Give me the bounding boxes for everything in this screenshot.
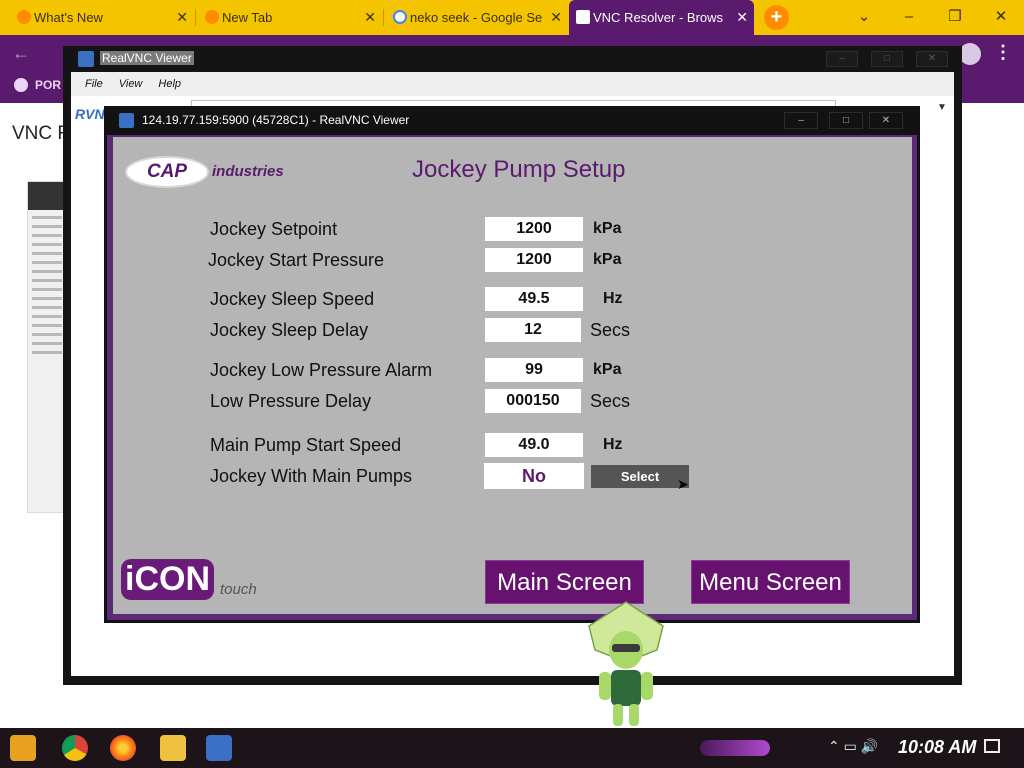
cap-logo: CAP — [125, 156, 209, 188]
param-label: Main Pump Start Speed — [210, 435, 402, 455]
main-pump-start-speed-field[interactable]: 49.0 — [485, 433, 583, 457]
taskbar: ⌃ ▭ 🔊 10:08 AM — [0, 728, 1024, 768]
realvnc-taskbar-icon[interactable] — [206, 735, 232, 761]
menu-file[interactable]: File — [77, 78, 111, 90]
param-unit: Hz — [603, 290, 623, 307]
google-favicon-icon — [393, 10, 407, 24]
minimize-icon[interactable]: – — [784, 112, 818, 129]
minimize-icon[interactable]: – — [826, 51, 858, 67]
tab-vnc-resolver[interactable]: VNC Resolver - Brows ✕ — [569, 0, 754, 35]
jockey-with-main-pumps-value: No — [484, 463, 584, 489]
tab-title: neko seek - Google Se — [410, 10, 543, 25]
mouse-cursor-icon: ➤ — [677, 476, 689, 492]
restore-icon[interactable]: □ — [871, 51, 903, 67]
param-label: Jockey Setpoint — [210, 219, 338, 239]
tab-strip: What's New ✕ New Tab ✕ neko seek - Googl… — [0, 0, 1024, 35]
tab-new-tab[interactable]: New Tab ✕ — [198, 0, 382, 35]
vnc-favicon-icon — [576, 10, 590, 24]
param-label: Jockey Sleep Speed — [210, 289, 375, 309]
taskbar-decoration — [700, 740, 770, 756]
chrome-icon[interactable] — [62, 735, 88, 761]
notification-icon[interactable] — [984, 739, 1000, 753]
firefox-icon[interactable] — [110, 735, 136, 761]
icon-touch-logo: iCON — [121, 559, 214, 600]
outer-window-title: RealVNC Viewer — [100, 51, 194, 65]
system-tray-icons[interactable]: ⌃ ▭ 🔊 — [828, 738, 878, 755]
bookmark-favicon-icon — [14, 78, 28, 92]
bookmark-item[interactable]: POR — [14, 78, 61, 92]
param-unit: Secs — [590, 320, 631, 340]
more-menu-icon[interactable]: ⋮ — [994, 42, 1012, 63]
profile-avatar[interactable] — [959, 43, 981, 65]
low-pressure-delay-field[interactable]: 000150 — [485, 389, 581, 413]
outer-menu-bar: File View Help — [71, 72, 954, 96]
param-label: Jockey With Main Pumps — [210, 466, 413, 486]
tab-title: VNC Resolver - Brows — [593, 10, 724, 25]
window-close-icon[interactable]: ✕ — [916, 51, 948, 67]
start-icon[interactable] — [10, 735, 36, 761]
low-pressure-alarm-field[interactable]: 99 — [485, 358, 583, 382]
jockey-setpoint-field[interactable]: 1200 — [485, 217, 583, 241]
main-screen-button[interactable]: Main Screen — [485, 560, 644, 604]
close-icon[interactable]: ✕ — [736, 9, 748, 26]
character-sticker — [588, 601, 664, 726]
touch-logo-text: touch — [220, 581, 257, 598]
param-unit: Hz — [603, 436, 623, 453]
file-explorer-icon[interactable] — [160, 735, 186, 761]
menu-view[interactable]: View — [111, 78, 151, 90]
screen-title: Jockey Pump Setup — [412, 156, 626, 183]
param-unit: kPa — [593, 361, 622, 378]
minimize-icon[interactable]: – — [895, 6, 923, 28]
inner-title-bar: 124.19.77.159:5900 (45728C1) - RealVNC V… — [104, 106, 920, 135]
window-close-icon[interactable]: ✕ — [987, 6, 1015, 28]
page-thumbnail — [27, 181, 67, 513]
realvnc-icon — [78, 51, 94, 67]
jockey-start-pressure-field[interactable]: 1200 — [485, 248, 583, 272]
jockey-sleep-speed-field[interactable]: 49.5 — [485, 287, 583, 311]
param-label: Jockey Sleep Delay — [210, 320, 369, 340]
param-label: Jockey Low Pressure Alarm — [210, 360, 433, 380]
restore-icon[interactable]: ❐ — [941, 6, 969, 28]
close-icon[interactable]: ✕ — [550, 9, 562, 26]
param-unit: Secs — [590, 391, 631, 411]
bookmark-label: POR — [35, 78, 62, 92]
menu-help[interactable]: Help — [150, 78, 189, 90]
tab-title: New Tab — [222, 10, 273, 25]
inner-window-title: 124.19.77.159:5900 (45728C1) - RealVNC V… — [142, 113, 410, 127]
realvnc-icon — [119, 113, 134, 128]
dropdown-arrow-icon[interactable]: ▼ — [937, 102, 947, 113]
param-label: Low Pressure Delay — [210, 391, 372, 411]
param-unit: kPa — [593, 220, 622, 237]
tab-neko-seek[interactable]: neko seek - Google Se ✕ — [386, 0, 568, 35]
param-label: Jockey Start Pressure — [208, 250, 385, 270]
close-icon[interactable]: ✕ — [364, 9, 376, 26]
select-button[interactable]: Select — [591, 465, 689, 488]
clock[interactable]: 10:08 AM — [898, 737, 976, 758]
close-icon[interactable]: ✕ — [176, 9, 188, 26]
new-tab-plus-icon[interactable]: + — [764, 5, 789, 30]
back-arrow-icon[interactable]: ← — [12, 43, 30, 64]
tab-title: What's New — [34, 10, 103, 25]
chrome-favicon-icon — [17, 10, 31, 24]
industries-logo-text: industries — [212, 163, 284, 180]
jockey-sleep-delay-field[interactable]: 12 — [485, 318, 581, 342]
restore-icon[interactable]: □ — [829, 112, 863, 129]
param-unit: kPa — [593, 251, 622, 268]
chrome-favicon-icon — [205, 10, 219, 24]
tab-whats-new[interactable]: What's New ✕ — [10, 0, 194, 35]
window-close-icon[interactable]: ✕ — [869, 112, 903, 129]
menu-screen-button[interactable]: Menu Screen — [691, 560, 850, 604]
outer-title-bar: RealVNC Viewer – □ ✕ — [63, 46, 962, 72]
chevron-down-icon[interactable]: ⌄ — [850, 6, 878, 28]
